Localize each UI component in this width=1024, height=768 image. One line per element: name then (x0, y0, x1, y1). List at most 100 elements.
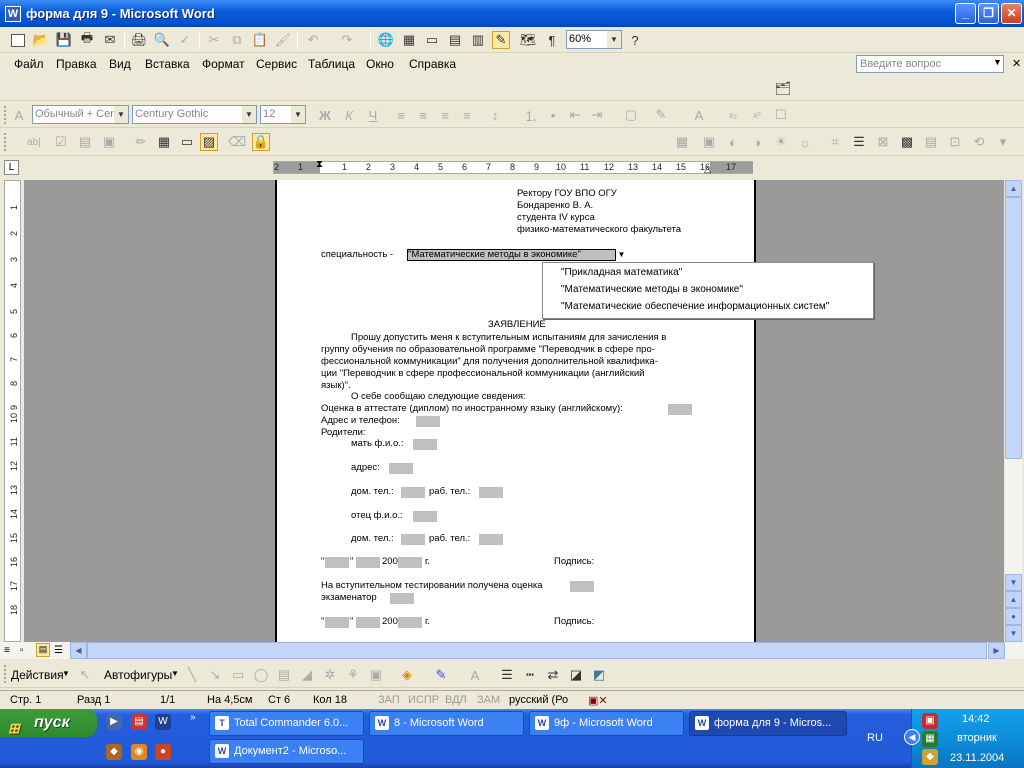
menu-edit[interactable]: Правка (56, 57, 97, 71)
work-phone-field[interactable] (479, 487, 503, 498)
new-comment-icon[interactable]: ☐ (772, 106, 790, 124)
menu-file[interactable]: Файл (14, 57, 44, 71)
dropdown-option[interactable]: "Прикладная математика" (561, 267, 682, 278)
scroll-left-icon[interactable]: ◀ (70, 642, 87, 659)
address-phone-field[interactable] (416, 416, 440, 427)
new-document-icon[interactable] (9, 31, 27, 49)
less-contrast-icon[interactable]: ◑ (748, 133, 766, 151)
tables-borders-icon[interactable]: ▦ (400, 31, 418, 49)
picture-icon[interactable]: ▦ (673, 133, 691, 151)
chevron-icon[interactable]: » (190, 712, 196, 723)
align-left-icon[interactable]: ≡ (392, 106, 410, 124)
insert-excel-icon[interactable]: ▤ (446, 31, 464, 49)
paste-icon[interactable]: 📋 (251, 31, 269, 49)
address-field[interactable] (389, 463, 413, 474)
text-wrap-icon[interactable]: ▩ (898, 133, 916, 151)
3d-icon[interactable]: ◩ (590, 666, 608, 684)
father-name-field[interactable] (413, 511, 437, 522)
menu-format[interactable]: Формат (202, 57, 245, 71)
style-combo[interactable]: Обычный + Cen ▼ (32, 105, 129, 124)
font-size-combo[interactable]: 12 ▼ (260, 105, 306, 124)
permission-icon[interactable]: 🖶 (78, 30, 96, 49)
menu-help[interactable]: Справка (409, 57, 456, 71)
subscript-icon[interactable]: x₂ (724, 106, 742, 124)
dropdown-field-icon[interactable]: ▤ (76, 133, 94, 151)
crop-icon[interactable]: ⌗ (826, 133, 844, 151)
minimize-button[interactable]: _ (955, 3, 976, 24)
scroll-up-icon[interactable]: ▲ (1005, 180, 1022, 197)
test-grade-field[interactable] (570, 581, 594, 592)
start-button[interactable]: ⊞ пуск (0, 709, 97, 737)
chevron-down-icon[interactable]: ▼ (993, 57, 1002, 67)
diagram-icon[interactable]: ✲ (321, 666, 339, 684)
spelling-status-icon[interactable]: ▣✕ (588, 694, 608, 707)
day-field[interactable] (325, 617, 349, 628)
quicklaunch-icon[interactable]: ● (155, 744, 171, 760)
home-phone-field[interactable] (401, 487, 425, 498)
scroll-right-icon[interactable]: ▶ (988, 642, 1005, 659)
checkbox-icon[interactable]: ☑ (52, 133, 70, 151)
chevron-down-icon[interactable]: ▼ (242, 106, 256, 123)
select-objects-icon[interactable]: ↖ (76, 666, 94, 684)
highlight-icon[interactable]: ✎ (652, 106, 670, 124)
borders-icon[interactable]: ▢ (622, 106, 640, 124)
chevron-down-icon[interactable]: ▼ (617, 249, 626, 261)
numbering-icon[interactable]: ⒈ (522, 106, 540, 124)
quicklaunch-icon[interactable]: ◉ (131, 744, 147, 760)
styles-icon[interactable]: A (10, 106, 28, 124)
menu-table[interactable]: Таблица (308, 57, 355, 71)
work-phone-field[interactable] (479, 534, 503, 545)
dropdown-option[interactable]: "Математические методы в экономике" (561, 284, 743, 295)
help-search-input[interactable]: Введите вопрос (856, 55, 1004, 73)
next-page-icon[interactable]: ▼ (1005, 625, 1022, 642)
clipart-icon[interactable]: ⚘ (344, 666, 362, 684)
examiner-field[interactable] (390, 593, 414, 604)
browse-object-icon[interactable]: ● (1005, 608, 1022, 625)
help-icon[interactable]: ? (626, 31, 644, 49)
open-folder-icon[interactable]: 📂 (32, 31, 50, 49)
chevron-down-icon[interactable]: ▼ (171, 669, 179, 678)
oval-icon[interactable]: ◯ (252, 666, 270, 684)
line-color-icon[interactable]: ✎ (432, 666, 450, 684)
field-shading-icon[interactable]: ▨ (200, 133, 218, 151)
arrow-style-icon[interactable]: ⇄ (544, 666, 562, 684)
maximize-button[interactable]: ❐ (978, 3, 999, 24)
print-preview-icon[interactable]: 🔍 (153, 31, 171, 49)
zoom-combo[interactable]: 60% ▼ (566, 30, 622, 49)
italic-icon[interactable]: К (340, 106, 358, 124)
tray-icon[interactable]: ▣ (922, 713, 938, 729)
year-field[interactable] (398, 617, 422, 628)
line-spacing-icon[interactable]: ↕ (486, 106, 504, 124)
font-color-icon[interactable]: A (690, 106, 708, 124)
chevron-down-icon[interactable]: ▼ (607, 31, 621, 48)
print-icon[interactable]: 🖨 (130, 31, 148, 49)
chevron-down-icon[interactable]: ▼ (114, 106, 128, 123)
insert-table-icon[interactable]: ▦ (155, 133, 173, 151)
format-painter-icon[interactable]: 🖌 (274, 31, 292, 49)
home-phone-field[interactable] (401, 534, 425, 545)
protect-form-icon[interactable]: 🔒 (252, 133, 270, 151)
menu-tools[interactable]: Сервис (256, 57, 297, 71)
task-total-commander[interactable]: T Total Commander 6.0... (209, 711, 364, 736)
draw-table-icon[interactable]: ✏ (132, 133, 150, 151)
previous-page-icon[interactable]: ▲ (1005, 591, 1022, 608)
actions-menu[interactable]: Действия (11, 668, 64, 682)
close-button[interactable]: ✕ (1001, 3, 1022, 24)
normal-view-icon[interactable]: ≡ (4, 645, 10, 656)
dropdown-option[interactable]: "Математические обеспечение информационн… (561, 301, 829, 312)
indent-marker-icon[interactable]: ⧗ (316, 159, 323, 170)
field-options-icon[interactable]: ▣ (100, 133, 118, 151)
picture-icon[interactable]: ▣ (367, 666, 385, 684)
document-map-icon[interactable]: 🗺 (519, 31, 537, 49)
grade-field[interactable] (668, 404, 692, 415)
insert-table-icon[interactable]: ▭ (423, 31, 441, 49)
title-bar[interactable]: W форма для 9 - Microsoft Word _ ❐ ✕ (0, 0, 1024, 27)
hyperlink-icon[interactable]: 🌐 (377, 31, 395, 49)
copy-icon[interactable]: ⧉ (228, 31, 246, 49)
bold-icon[interactable]: Ж (316, 106, 334, 124)
save-icon[interactable]: 💾 (55, 31, 73, 49)
outline-view-icon[interactable]: ☰ (54, 645, 63, 656)
vertical-scrollbar[interactable]: ▲ ▼ ▲ ● ▼ (1005, 180, 1022, 642)
language-indicator[interactable]: RU (867, 732, 883, 744)
compress-icon[interactable]: ⊠ (874, 133, 892, 151)
